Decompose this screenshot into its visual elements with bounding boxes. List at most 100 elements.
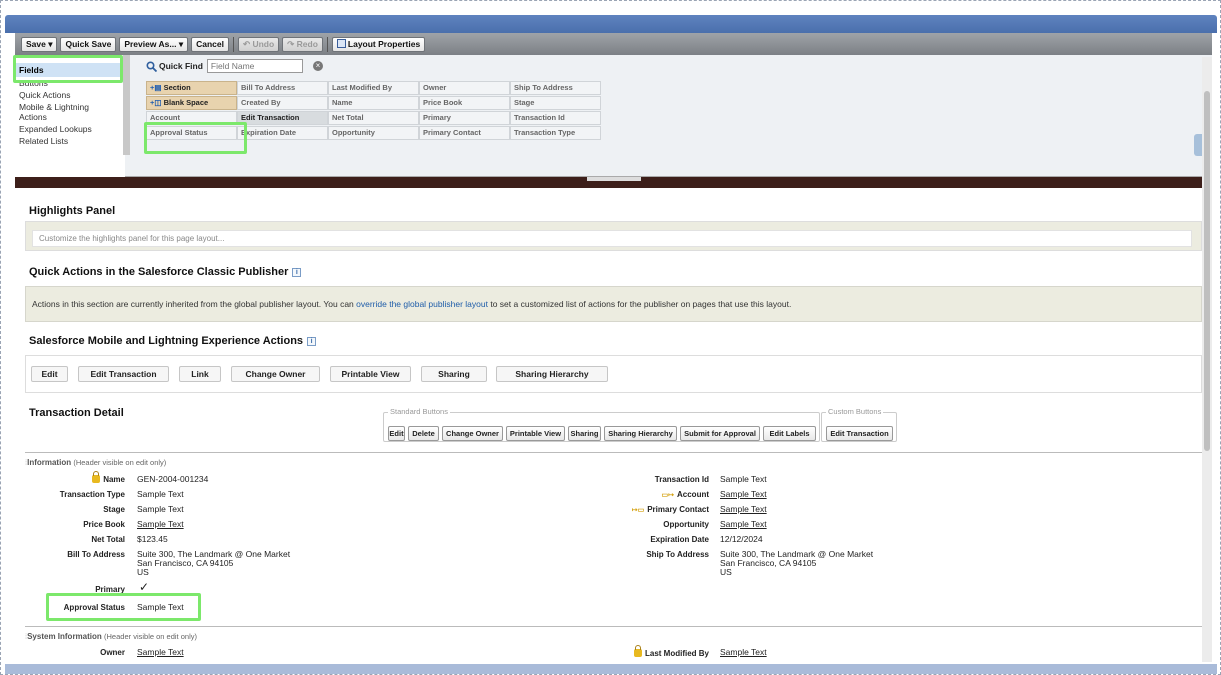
std-button-sharing[interactable]: Sharing: [568, 426, 601, 441]
palette-field[interactable]: Name: [328, 96, 419, 110]
std-button-change-owner[interactable]: Change Owner: [442, 426, 503, 441]
field-value-approval-status: Sample Text: [137, 602, 184, 612]
palette-field[interactable]: Stage: [510, 96, 601, 110]
field-label-owner[interactable]: Owner: [100, 648, 125, 657]
system-information-header-text: System Information: [27, 632, 102, 641]
system-information-section-header[interactable]: ⁞System Information (Header visible on e…: [25, 632, 197, 641]
palette-field[interactable]: Owner: [419, 81, 510, 95]
redo-button[interactable]: ↷ Redo: [282, 36, 323, 52]
resize-handle[interactable]: [587, 177, 641, 181]
info-icon[interactable]: i: [307, 336, 317, 346]
palette-field[interactable]: Created By: [237, 96, 328, 110]
action-printable-view[interactable]: Printable View: [330, 366, 411, 382]
palette-field-approval-status[interactable]: Approval Status: [146, 126, 237, 140]
category-buttons[interactable]: Buttons: [15, 77, 125, 89]
action-sharing[interactable]: Sharing: [421, 366, 487, 382]
palette-field[interactable]: Net Total: [328, 111, 419, 125]
checkmark-icon: ✓: [139, 580, 150, 594]
clear-search-icon[interactable]: ×: [312, 61, 323, 71]
field-label-approval-status[interactable]: Approval Status: [64, 603, 125, 612]
quick-find-label: Quick Find: [146, 60, 203, 72]
classic-publisher-title: Quick Actions in the Salesforce Classic …: [29, 266, 302, 278]
field-label-transaction-id[interactable]: Transaction Id: [655, 475, 709, 484]
lock-icon: [633, 645, 642, 657]
category-expanded-lookups[interactable]: Expanded Lookups: [15, 123, 125, 135]
action-sharing-hierarchy[interactable]: Sharing Hierarchy: [496, 366, 608, 382]
palette-field[interactable]: Transaction Type: [510, 126, 601, 140]
palette-field[interactable]: Expiration Date: [237, 126, 328, 140]
custom-button-edit-transaction[interactable]: Edit Transaction: [826, 426, 893, 441]
palette-field[interactable]: Ship To Address: [510, 81, 601, 95]
information-section-header[interactable]: ⁞Information (Header visible on edit onl…: [25, 458, 166, 467]
category-scrollbar[interactable]: [123, 55, 130, 155]
palette-field[interactable]: Price Book: [419, 96, 510, 110]
save-button[interactable]: Save ▾: [21, 36, 58, 52]
field-label-primary-contact[interactable]: ↦▭ Primary Contact: [632, 505, 709, 514]
section-divider: [25, 452, 1202, 453]
category-related-lists[interactable]: Related Lists: [15, 135, 125, 147]
quick-find-text: Quick Find: [159, 61, 203, 71]
field-label-transaction-type[interactable]: Transaction Type: [60, 490, 125, 499]
field-label-stage[interactable]: Stage: [103, 505, 125, 514]
quick-find-input[interactable]: [206, 59, 303, 73]
field-label-price-book[interactable]: Price Book: [83, 520, 125, 529]
field-value-stage: Sample Text: [137, 504, 184, 514]
palette-field[interactable]: Transaction Id: [510, 111, 601, 125]
field-label-text: Name: [103, 475, 125, 484]
mobile-actions-panel: Edit Edit Transaction Link Change Owner …: [25, 355, 1202, 393]
palette-field[interactable]: Last Modified By: [328, 81, 419, 95]
std-button-printable-view[interactable]: Printable View: [506, 426, 565, 441]
std-button-edit-labels[interactable]: Edit Labels: [763, 426, 816, 441]
action-edit[interactable]: Edit: [31, 366, 68, 382]
field-label-ship-to-address[interactable]: Ship To Address: [646, 550, 709, 559]
highlights-panel-placeholder[interactable]: Customize the highlights panel for this …: [32, 230, 1192, 247]
info-icon[interactable]: i: [292, 267, 302, 277]
palette-resize-bar[interactable]: [15, 177, 1212, 188]
field-label-last-modified-by[interactable]: Last Modified By: [633, 645, 709, 658]
quick-save-button[interactable]: Quick Save: [60, 36, 117, 52]
lookup-icon: ▭↦: [661, 492, 674, 499]
undo-button[interactable]: ↶ Undo: [237, 36, 280, 52]
standard-buttons-legend: Standard Buttons: [388, 407, 450, 416]
palette-field[interactable]: Edit Transaction: [237, 111, 328, 125]
field-label-opportunity[interactable]: Opportunity: [663, 520, 709, 529]
field-grid: +▤ Section Bill To Address Last Modified…: [146, 81, 601, 140]
palette-item-section[interactable]: +▤ Section: [146, 81, 237, 95]
field-label-text: Primary Contact: [647, 505, 709, 514]
override-publisher-link[interactable]: override the global publisher layout: [356, 299, 488, 309]
layout-properties-icon: [336, 38, 346, 48]
std-button-delete[interactable]: Delete: [408, 426, 439, 441]
field-label-expiration-date[interactable]: Expiration Date: [650, 535, 709, 544]
std-button-sharing-hierarchy[interactable]: Sharing Hierarchy: [604, 426, 677, 441]
action-link[interactable]: Link: [179, 366, 221, 382]
action-change-owner[interactable]: Change Owner: [231, 366, 320, 382]
field-label-primary[interactable]: Primary: [95, 585, 125, 594]
page-scrollbar-thumb[interactable]: [1204, 91, 1210, 451]
field-label-net-total[interactable]: Net Total: [91, 535, 125, 544]
palette-field[interactable]: Opportunity: [328, 126, 419, 140]
category-mobile-lightning-actions[interactable]: Mobile & Lightning Actions: [15, 101, 115, 123]
palette-field[interactable]: Account: [146, 111, 237, 125]
layout-properties-button[interactable]: Layout Properties: [331, 36, 426, 52]
palette-field[interactable]: Primary: [419, 111, 510, 125]
category-fields[interactable]: Fields: [15, 63, 125, 77]
custom-buttons-group: Custom Buttons Edit Transaction: [821, 407, 897, 442]
palette-field[interactable]: Primary Contact: [419, 126, 510, 140]
field-value-bill-to-address-line3: US: [137, 567, 149, 577]
highlights-panel: Customize the highlights panel for this …: [25, 221, 1202, 251]
field-label-account[interactable]: ▭↦ Account: [662, 490, 709, 499]
field-value-opportunity: Sample Text: [720, 519, 767, 529]
category-quick-actions[interactable]: Quick Actions: [15, 89, 125, 101]
palette-item-blank-space[interactable]: +◫ Blank Space: [146, 96, 237, 110]
field-label-bill-to-address[interactable]: Bill To Address: [67, 550, 125, 559]
cancel-button[interactable]: Cancel: [191, 36, 229, 52]
preview-as-button[interactable]: Preview As... ▾: [119, 36, 189, 52]
information-header-note: (Header visible on edit only): [73, 458, 167, 467]
palette-field[interactable]: Bill To Address: [237, 81, 328, 95]
std-button-submit-for-approval[interactable]: Submit for Approval: [680, 426, 760, 441]
action-edit-transaction[interactable]: Edit Transaction: [78, 366, 169, 382]
palette-item-label: Blank Space: [163, 98, 209, 107]
std-button-edit[interactable]: Edit: [388, 426, 405, 441]
field-label-name: Name: [92, 471, 125, 484]
field-value-name: GEN-2004-001234: [137, 474, 209, 484]
